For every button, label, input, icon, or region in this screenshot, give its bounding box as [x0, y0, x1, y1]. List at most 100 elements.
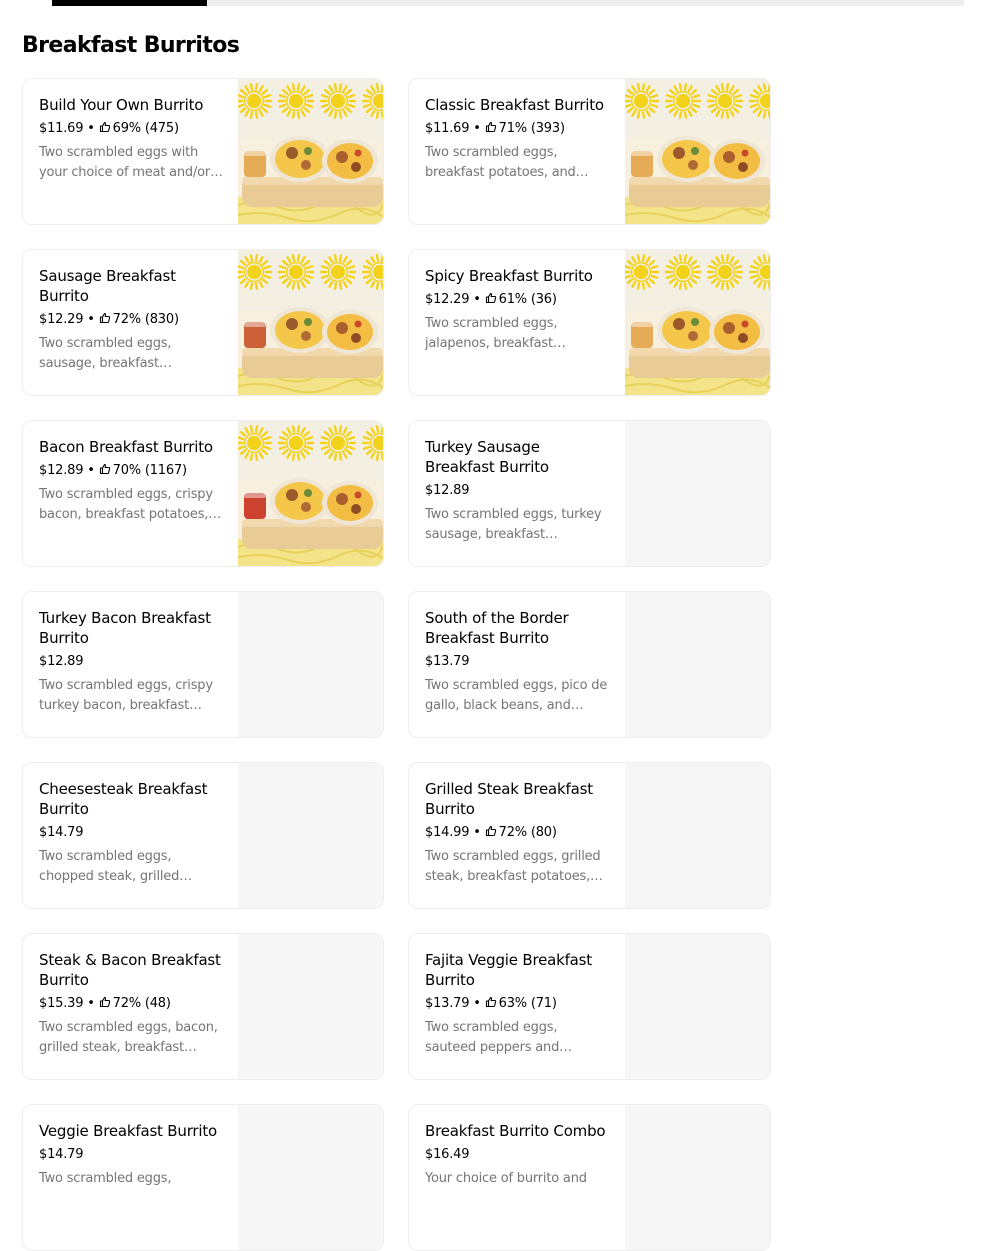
burrito-photo: [625, 79, 770, 224]
menu-item-price: $12.29: [39, 312, 84, 327]
menu-item-image: [625, 79, 770, 224]
menu-item-meta: $15.39 • 72% (48): [39, 994, 223, 1014]
menu-item-rating: 63% (71): [498, 996, 557, 1011]
burrito-photo: [238, 421, 383, 566]
thumbs-up-icon: [485, 121, 496, 133]
menu-item-name: Turkey Sausage Breakfast Burrito: [425, 438, 549, 476]
menu-item-card[interactable]: Fajita Veggie Breakfast Burrito $13.79 •…: [408, 933, 771, 1080]
menu-item-name: Sausage Breakfast Burrito: [39, 267, 176, 305]
menu-item-price: $14.79: [39, 825, 84, 840]
menu-item-price: $12.89: [39, 654, 84, 669]
menu-item-card[interactable]: South of the Border Breakfast Burrito $1…: [408, 591, 771, 738]
menu-item-description: Two scrambled eggs, grilled steak, break…: [425, 849, 603, 884]
menu-item-card[interactable]: Build Your Own Burrito $11.69 • 69% (475…: [22, 78, 384, 225]
menu-item-card[interactable]: Cheesesteak Breakfast Burrito $14.79 Two…: [22, 762, 384, 909]
menu-item-meta: $16.49: [425, 1145, 609, 1165]
meta-separator: •: [469, 825, 485, 840]
menu-item-image: [625, 934, 770, 1079]
section-title: Breakfast Burritos: [22, 33, 240, 58]
menu-item-name: Cheesesteak Breakfast Burrito: [39, 780, 208, 818]
thumbs-up-icon: [485, 825, 496, 837]
thumbs-up-icon: [99, 996, 110, 1008]
menu-item-meta: $14.99 • 72% (80): [425, 823, 609, 843]
menu-item-price: $14.99: [425, 825, 470, 840]
menu-item-info: Build Your Own Burrito $11.69 • 69% (475…: [39, 95, 223, 183]
menu-item-image: [238, 763, 383, 908]
menu-item-description: Two scrambled eggs, crispy bacon, breakf…: [39, 487, 221, 522]
thumbs-up-icon: [99, 121, 110, 133]
menu-item-image: [625, 250, 770, 395]
menu-item-info: Sausage Breakfast Burrito $12.29 • 72% (…: [39, 266, 223, 374]
menu-item-price: $12.29: [425, 292, 470, 307]
meta-separator: •: [469, 996, 485, 1011]
meta-separator: •: [83, 121, 99, 136]
menu-item-price: $13.79: [425, 654, 470, 669]
menu-item-price: $16.49: [425, 1147, 470, 1162]
menu-item-card[interactable]: Steak & Bacon Breakfast Burrito $15.39 •…: [22, 933, 384, 1080]
menu-item-price: $14.79: [39, 1147, 84, 1162]
menu-item-description: Two scrambled eggs, bacon, grilled steak…: [39, 1020, 218, 1055]
thumbs-up-icon: [485, 292, 496, 304]
menu-item-grid: Build Your Own Burrito $11.69 • 69% (475…: [22, 78, 771, 1251]
menu-item-name: Bacon Breakfast Burrito: [39, 438, 213, 456]
menu-item-info: Bacon Breakfast Burrito $12.89 • 70% (11…: [39, 437, 223, 525]
category-progress-fill: [52, 0, 208, 6]
menu-item-description: Two scrambled eggs,: [39, 1171, 172, 1186]
menu-item-name: South of the Border Breakfast Burrito: [425, 609, 569, 647]
menu-item-meta: $12.89: [425, 481, 609, 501]
menu-item-meta: $12.89: [39, 652, 223, 672]
menu-item-name: Grilled Steak Breakfast Burrito: [425, 780, 593, 818]
meta-separator: •: [469, 292, 485, 307]
menu-item-name: Veggie Breakfast Burrito: [39, 1122, 217, 1140]
meta-separator: •: [83, 312, 99, 327]
menu-item-image: [625, 1105, 770, 1250]
menu-item-card[interactable]: Turkey Bacon Breakfast Burrito $12.89 Tw…: [22, 591, 384, 738]
menu-item-card[interactable]: Classic Breakfast Burrito $11.69 • 71% (…: [408, 78, 771, 225]
menu-item-image: [238, 250, 383, 395]
menu-item-description: Two scrambled eggs, turkey sausage, brea…: [425, 507, 602, 542]
menu-item-info: Cheesesteak Breakfast Burrito $14.79 Two…: [39, 779, 223, 887]
menu-item-image: [625, 421, 770, 566]
menu-item-card[interactable]: Spicy Breakfast Burrito $12.29 • 61% (36…: [408, 249, 771, 396]
menu-item-info: South of the Border Breakfast Burrito $1…: [425, 608, 609, 716]
menu-item-card[interactable]: Sausage Breakfast Burrito $12.29 • 72% (…: [22, 249, 384, 396]
menu-item-description: Two scrambled eggs, sausage, breakfast…: [39, 336, 172, 371]
menu-item-meta: $13.79: [425, 652, 609, 672]
menu-item-card[interactable]: Breakfast Burrito Combo $16.49 Your choi…: [408, 1104, 771, 1251]
menu-item-meta: $11.69 • 69% (475): [39, 119, 223, 139]
menu-item-description: Two scrambled eggs, jalapenos, breakfast…: [425, 316, 566, 351]
menu-item-card[interactable]: Bacon Breakfast Burrito $12.89 • 70% (11…: [22, 420, 384, 567]
menu-item-image: [238, 1105, 383, 1250]
menu-item-rating: 71% (393): [498, 121, 565, 136]
menu-item-name: Classic Breakfast Burrito: [425, 96, 604, 114]
menu-item-info: Breakfast Burrito Combo $16.49 Your choi…: [425, 1121, 609, 1189]
menu-item-rating: 72% (80): [498, 825, 557, 840]
thumbs-up-icon: [99, 312, 110, 324]
menu-item-name: Build Your Own Burrito: [39, 96, 204, 114]
menu-item-description: Two scrambled eggs, breakfast potatoes, …: [425, 145, 589, 180]
menu-item-price: $12.89: [39, 463, 84, 478]
menu-item-price: $11.69: [425, 121, 470, 136]
menu-item-description: Two scrambled eggs, crispy turkey bacon,…: [39, 678, 213, 713]
menu-item-meta: $14.79: [39, 1145, 223, 1165]
menu-item-image: [238, 934, 383, 1079]
thumbs-up-icon: [99, 463, 110, 475]
menu-item-description: Two scrambled eggs, chopped steak, grill…: [39, 849, 192, 884]
menu-item-card[interactable]: Turkey Sausage Breakfast Burrito $12.89 …: [408, 420, 771, 567]
menu-item-description: Two scrambled eggs with your choice of m…: [39, 145, 223, 180]
menu-item-rating: 61% (36): [498, 292, 557, 307]
menu-item-image: [238, 592, 383, 737]
burrito-photo: [238, 250, 383, 395]
menu-item-card[interactable]: Grilled Steak Breakfast Burrito $14.99 •…: [408, 762, 771, 909]
menu-item-card[interactable]: Veggie Breakfast Burrito $14.79 Two scra…: [22, 1104, 384, 1251]
burrito-photo: [625, 250, 770, 395]
menu-item-meta: $12.29 • 72% (830): [39, 310, 223, 330]
category-progress-track: [52, 0, 964, 6]
burrito-photo: [238, 79, 383, 224]
menu-item-info: Spicy Breakfast Burrito $12.29 • 61% (36…: [425, 266, 609, 354]
menu-item-name: Spicy Breakfast Burrito: [425, 267, 593, 285]
menu-item-price: $11.69: [39, 121, 84, 136]
menu-item-meta: $12.29 • 61% (36): [425, 290, 609, 310]
thumbs-up-icon: [485, 996, 496, 1008]
menu-item-name: Breakfast Burrito Combo: [425, 1122, 606, 1140]
